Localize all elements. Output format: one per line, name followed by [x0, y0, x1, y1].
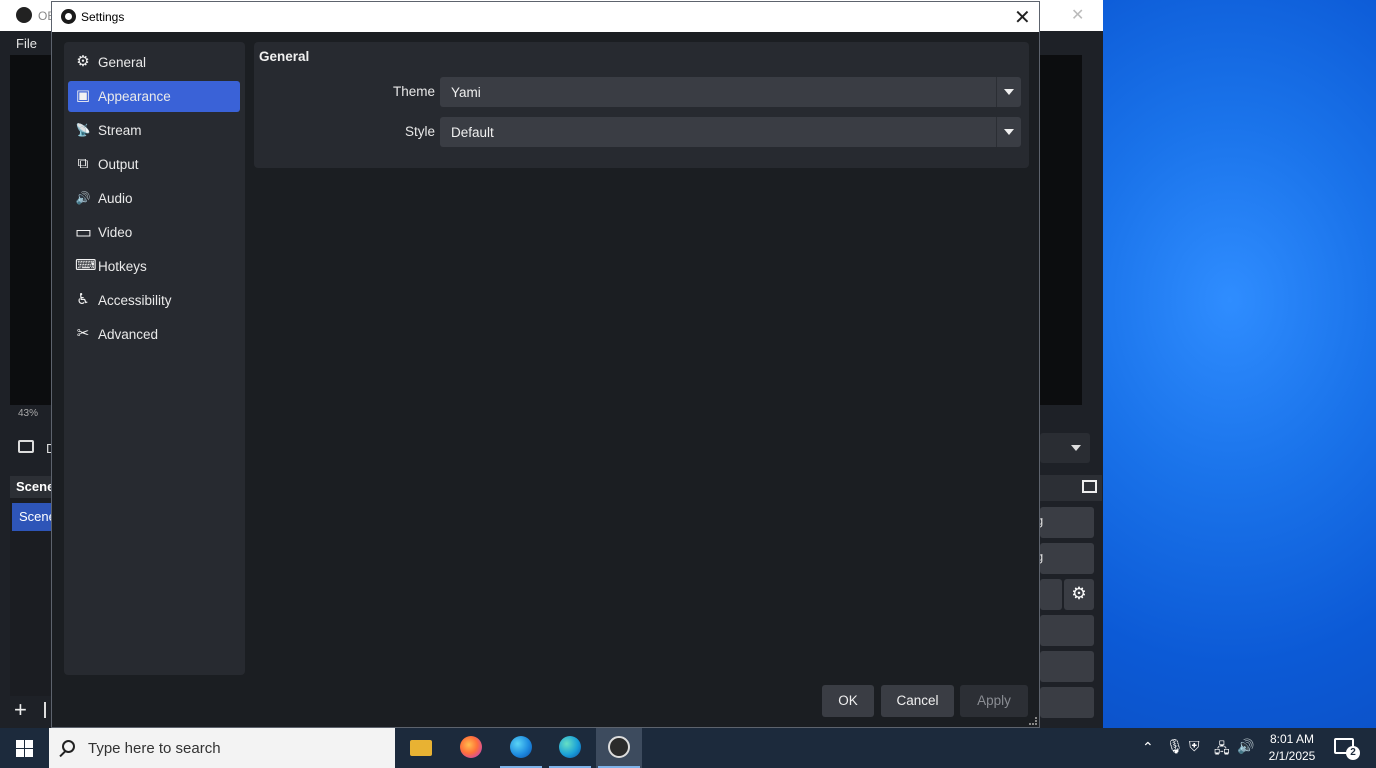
sidebar-item-stream[interactable]: 📡 Stream	[68, 115, 240, 146]
sidebar-item-label: Stream	[98, 123, 142, 138]
taskbar-search-box[interactable]: Type here to search	[49, 728, 395, 768]
style-label: Style	[404, 124, 435, 139]
tools-icon: ✂	[76, 325, 90, 342]
style-value: Default	[451, 125, 494, 140]
start-button[interactable]	[0, 728, 48, 768]
show-hidden-icons-chevron-icon[interactable]: ⌃	[1142, 739, 1154, 768]
studio-mode-button[interactable]	[1040, 615, 1094, 646]
controls-dock-header	[1040, 475, 1102, 501]
sidebar-item-general[interactable]: ⚙ General	[68, 47, 240, 78]
chevron-down-icon	[1071, 445, 1081, 451]
defender-icon[interactable]: ⛨	[1189, 738, 1200, 768]
sidebar-item-video[interactable]: ▭ Video	[68, 217, 240, 248]
sidebar-item-label: Video	[98, 225, 133, 240]
clock-time: 8:01 AM	[1269, 732, 1315, 746]
sidebar-item-hotkeys[interactable]: ⌨ Hotkeys	[68, 251, 240, 282]
add-scene-icon[interactable]: +	[14, 699, 27, 721]
search-icon	[62, 740, 75, 753]
obs-main-close-icon[interactable]: ✕	[1071, 5, 1084, 25]
theme-select[interactable]: Yami	[440, 77, 1021, 107]
settings-dialog: Settings ✕ ⚙ General ▣ Appearance 📡 Stre…	[51, 1, 1040, 728]
sidebar-item-appearance[interactable]: ▣ Appearance	[68, 81, 240, 112]
start-recording-button[interactable]: g	[1036, 543, 1094, 574]
exit-button[interactable]	[1040, 687, 1094, 718]
antenna-icon: 📡	[75, 123, 91, 137]
preview-canvas-right	[1040, 55, 1082, 405]
action-center-icon[interactable]: 2	[1334, 738, 1360, 760]
taskbar-clock[interactable]: 8:01 AM 2/1/2025	[1264, 731, 1320, 765]
keyboard-icon: ⌨	[75, 257, 97, 274]
resize-grip-icon[interactable]	[1029, 717, 1037, 725]
edge-dev-taskbar-button[interactable]	[547, 728, 593, 768]
right-dropdown[interactable]	[1040, 433, 1090, 463]
clock-date: 2/1/2025	[1268, 749, 1316, 763]
firefox-taskbar-button[interactable]	[448, 728, 494, 768]
monitor-icon: ▭	[75, 222, 93, 242]
settings-titlebar: Settings ✕	[52, 2, 1039, 32]
sidebar-item-audio[interactable]: 🔊 Audio	[68, 183, 240, 214]
undock-icon[interactable]	[1082, 480, 1097, 493]
style-select[interactable]: Default	[440, 117, 1021, 147]
ok-button[interactable]: OK	[822, 685, 874, 717]
appearance-general-group: General Theme Yami Style Default	[254, 42, 1029, 168]
palette-icon: ▣	[75, 87, 91, 104]
virtual-camera-button[interactable]	[1040, 579, 1062, 610]
theme-value: Yami	[451, 85, 481, 100]
file-explorer-taskbar-button[interactable]	[398, 728, 444, 768]
windows-logo-icon	[16, 749, 24, 757]
preview-zoom-level: 43%	[18, 408, 39, 419]
sidebar-item-label: Output	[98, 157, 139, 172]
sidebar-item-label: Hotkeys	[98, 259, 147, 274]
preview-canvas-left	[10, 55, 52, 405]
network-icon[interactable]: 🖧	[1214, 738, 1230, 768]
speaker-icon: 🔊	[75, 191, 91, 205]
sidebar-item-output[interactable]: ⧉ Output	[68, 149, 240, 180]
sidebar-item-label: Appearance	[98, 89, 171, 104]
sidebar-item-label: Advanced	[98, 327, 159, 342]
scenes-header: Scenes	[10, 476, 52, 498]
start-streaming-button[interactable]: g	[1036, 507, 1094, 538]
settings-sidebar: ⚙ General ▣ Appearance 📡 Stream ⧉ Output…	[64, 42, 245, 675]
windows-logo-icon	[25, 740, 33, 748]
close-icon[interactable]: ✕	[1014, 5, 1031, 30]
settings-button[interactable]	[1040, 651, 1094, 682]
section-title: General	[259, 49, 310, 64]
output-icon: ⧉	[77, 155, 89, 172]
edge-beta-taskbar-button[interactable]	[498, 728, 544, 768]
obs-logo-icon	[61, 9, 76, 24]
chevron-down-icon	[1004, 129, 1014, 135]
virtual-camera-settings-gear-icon[interactable]: ⚙	[1064, 579, 1094, 610]
microphone-icon[interactable]: 🎙	[1166, 738, 1184, 768]
cancel-button[interactable]: Cancel	[881, 685, 954, 717]
windows-logo-icon	[25, 749, 33, 757]
sidebar-item-accessibility[interactable]: ♿ Accessibility	[68, 285, 240, 316]
firefox-icon	[460, 736, 482, 758]
accessibility-icon: ♿	[76, 291, 90, 308]
sidebar-item-label: Accessibility	[98, 293, 172, 308]
notification-count-badge: 2	[1346, 746, 1360, 760]
obs-logo-icon	[16, 7, 32, 23]
volume-icon[interactable]: 🔊	[1237, 738, 1254, 768]
windows-logo-icon	[16, 740, 24, 748]
theme-label: Theme	[392, 84, 435, 99]
folder-icon	[410, 740, 432, 756]
search-placeholder: Type here to search	[88, 740, 221, 757]
obs-taskbar-button[interactable]	[596, 728, 642, 768]
settings-title: Settings	[81, 10, 125, 24]
chevron-down-icon	[1004, 89, 1014, 95]
display-source-icon	[18, 440, 34, 453]
menu-file[interactable]: File	[16, 36, 37, 51]
gear-icon: ⚙	[76, 53, 90, 70]
windows-taskbar: Type here to search ⌃ 🎙 ⛨ 🖧 🔊 8:01 AM 2/…	[0, 728, 1376, 768]
sidebar-item-label: Audio	[98, 191, 133, 206]
divider	[996, 77, 997, 107]
edge-dev-icon	[559, 736, 581, 758]
edge-beta-icon	[510, 736, 532, 758]
apply-button[interactable]: Apply	[960, 685, 1028, 717]
obs-logo-icon	[608, 736, 630, 758]
divider	[996, 117, 997, 147]
scene-list-item[interactable]: Scene	[12, 503, 52, 531]
sidebar-item-advanced[interactable]: ✂ Advanced	[68, 319, 240, 350]
sidebar-item-label: General	[98, 55, 147, 70]
